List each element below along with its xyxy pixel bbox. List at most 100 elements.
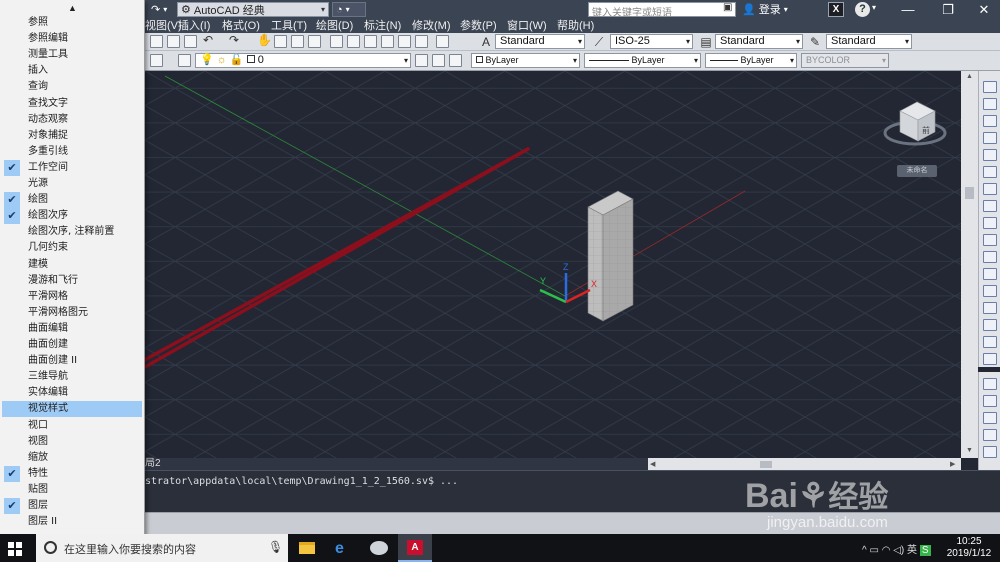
- context-menu-item[interactable]: ✔ 绘图次序: [2, 208, 142, 225]
- login-button[interactable]: 👤 登录 ▾: [742, 1, 788, 17]
- xline-icon[interactable]: [983, 98, 997, 110]
- menu-view[interactable]: 视图(V): [145, 19, 182, 33]
- table-style-dropdown[interactable]: Standard ▾: [715, 34, 803, 49]
- menu-modify[interactable]: 修改(M): [412, 19, 451, 33]
- context-menu-item[interactable]: 曲面创建: [2, 337, 142, 353]
- context-menu-item[interactable]: 图层 II: [2, 514, 142, 530]
- context-menu-item[interactable]: 绘图次序, 注释前置: [2, 224, 142, 240]
- match-properties-icon[interactable]: [184, 35, 197, 48]
- autocad-taskbar-icon[interactable]: A: [398, 534, 432, 562]
- chamfer-icon[interactable]: [983, 302, 997, 314]
- context-menu-item[interactable]: 建模: [2, 257, 142, 273]
- dim-style-dropdown[interactable]: ISO-25 ▾: [610, 34, 693, 49]
- context-menu-item[interactable]: 三维导航: [2, 369, 142, 385]
- context-menu-item[interactable]: 测量工具: [2, 47, 142, 63]
- context-menu-item[interactable]: 对象捕捉: [2, 128, 142, 144]
- search-input[interactable]: 键入关键字或短语: [588, 2, 736, 19]
- security-app-icon[interactable]: S: [919, 545, 931, 556]
- model-space-view[interactable]: Y Z X 前: [145, 71, 978, 458]
- text-style-dropdown[interactable]: Standard ▾: [495, 34, 585, 49]
- make-current-icon[interactable]: [415, 54, 428, 67]
- chevron-down-icon[interactable]: ▾: [872, 3, 876, 12]
- join-icon[interactable]: [983, 285, 997, 297]
- break-icon[interactable]: [983, 268, 997, 280]
- menu-dimension[interactable]: 标注(N): [364, 19, 401, 33]
- layer-properties-icon[interactable]: [178, 54, 191, 67]
- redo-dropdown[interactable]: ↷ ▾: [148, 2, 174, 17]
- context-menu-item[interactable]: 曲面编辑: [2, 321, 142, 337]
- scroll-down-arrow[interactable]: ▼: [964, 447, 975, 455]
- blend-icon[interactable]: [983, 336, 997, 348]
- battery-icon[interactable]: ▭: [869, 545, 878, 556]
- system-tray[interactable]: ^ ▭ ◠ ◁) 英 S: [862, 541, 931, 556]
- design-center-icon[interactable]: [347, 35, 360, 48]
- paste-icon[interactable]: [167, 35, 180, 48]
- rectangle-icon[interactable]: [983, 149, 997, 161]
- context-menu-item[interactable]: 平滑网格图元: [2, 305, 142, 321]
- context-menu-item[interactable]: ✔ 绘图: [2, 192, 142, 209]
- pan-icon[interactable]: ✋: [257, 34, 272, 48]
- context-menu-item[interactable]: 贴图: [2, 482, 142, 498]
- help-icon[interactable]: [436, 35, 449, 48]
- fillet-icon[interactable]: [983, 319, 997, 331]
- file-explorer-icon[interactable]: [290, 534, 324, 562]
- scroll-right-arrow[interactable]: ▶: [950, 460, 955, 468]
- undo-icon[interactable]: ↶: [203, 34, 216, 48]
- context-menu-item[interactable]: 动态观察: [2, 112, 142, 128]
- sheet-set-icon[interactable]: [381, 35, 394, 48]
- send-under-icon[interactable]: [983, 429, 997, 441]
- context-menu-item[interactable]: 光源: [2, 176, 142, 192]
- menu-window[interactable]: 窗口(W): [507, 19, 547, 33]
- context-menu-item[interactable]: 视口: [2, 418, 142, 434]
- maximize-button[interactable]: ❐: [926, 0, 970, 19]
- context-menu-item[interactable]: 曲面创建 II: [2, 353, 142, 369]
- rotate-icon[interactable]: [983, 183, 997, 195]
- context-menu-item[interactable]: ✔ 工作空间: [2, 159, 142, 176]
- taskbar-clock[interactable]: 10:25 2019/1/12: [940, 536, 998, 560]
- binoculars-icon[interactable]: ▣: [723, 2, 737, 17]
- layer-states-icon[interactable]: [449, 54, 462, 67]
- extend-icon[interactable]: [983, 251, 997, 263]
- move-icon[interactable]: [983, 166, 997, 178]
- lineweight-dropdown[interactable]: ByLayer ▾: [705, 53, 797, 68]
- windows-start-icon[interactable]: [8, 542, 22, 556]
- scroll-thumb[interactable]: [965, 187, 974, 199]
- context-menu-item[interactable]: ✔ 图层: [2, 498, 142, 514]
- ime-icon[interactable]: 英: [907, 545, 917, 556]
- minimize-button[interactable]: —: [885, 0, 931, 19]
- edge-icon[interactable]: e: [326, 534, 360, 562]
- vertical-scrollbar[interactable]: ▲ ▼: [961, 71, 978, 458]
- context-menu-item[interactable]: 多重引线: [2, 144, 142, 160]
- workspace-dropdown[interactable]: ⚙ AutoCAD 经典 ▾: [177, 2, 329, 17]
- context-menu-item[interactable]: 漫游和飞行: [2, 273, 142, 289]
- redo-icon[interactable]: ↷: [229, 34, 242, 48]
- layer-previous-icon[interactable]: [432, 54, 445, 67]
- context-menu-item[interactable]: 几何约束: [2, 240, 142, 256]
- scroll-up-arrow[interactable]: ▲: [964, 73, 975, 81]
- zoom-realtime-icon[interactable]: [274, 35, 287, 48]
- context-menu-item[interactable]: 缩放: [2, 450, 142, 466]
- scale-icon[interactable]: [983, 200, 997, 212]
- context-menu-item[interactable]: 实体编辑: [2, 385, 142, 401]
- exchange-apps-icon[interactable]: X: [828, 2, 844, 17]
- zoom-window-icon[interactable]: [291, 35, 304, 48]
- show-hidden-icon[interactable]: ^: [862, 545, 867, 556]
- close-button[interactable]: ✕: [968, 0, 1000, 19]
- stretch-icon[interactable]: [983, 217, 997, 229]
- grid-icon[interactable]: [150, 54, 163, 67]
- context-menu-item[interactable]: 视图: [2, 434, 142, 450]
- linetype-dropdown[interactable]: ByLayer ▾: [584, 53, 701, 68]
- microphone-icon[interactable]: 🎙: [268, 540, 283, 554]
- context-menu-item[interactable]: 平滑网格: [2, 289, 142, 305]
- text-front-icon[interactable]: [983, 446, 997, 458]
- menu-tools[interactable]: 工具(T): [271, 19, 307, 33]
- zoom-previous-icon[interactable]: [308, 35, 321, 48]
- context-menu-item[interactable]: 参照: [2, 15, 142, 31]
- context-menu-item[interactable]: 插入: [2, 63, 142, 79]
- line-icon[interactable]: [983, 81, 997, 93]
- volume-icon[interactable]: ◁): [893, 545, 904, 556]
- explode-icon[interactable]: [983, 353, 997, 365]
- wcs-menu[interactable]: 未命名: [897, 165, 937, 177]
- wifi-icon[interactable]: ◠: [882, 545, 891, 556]
- menu-parametric[interactable]: 参数(P): [460, 19, 497, 33]
